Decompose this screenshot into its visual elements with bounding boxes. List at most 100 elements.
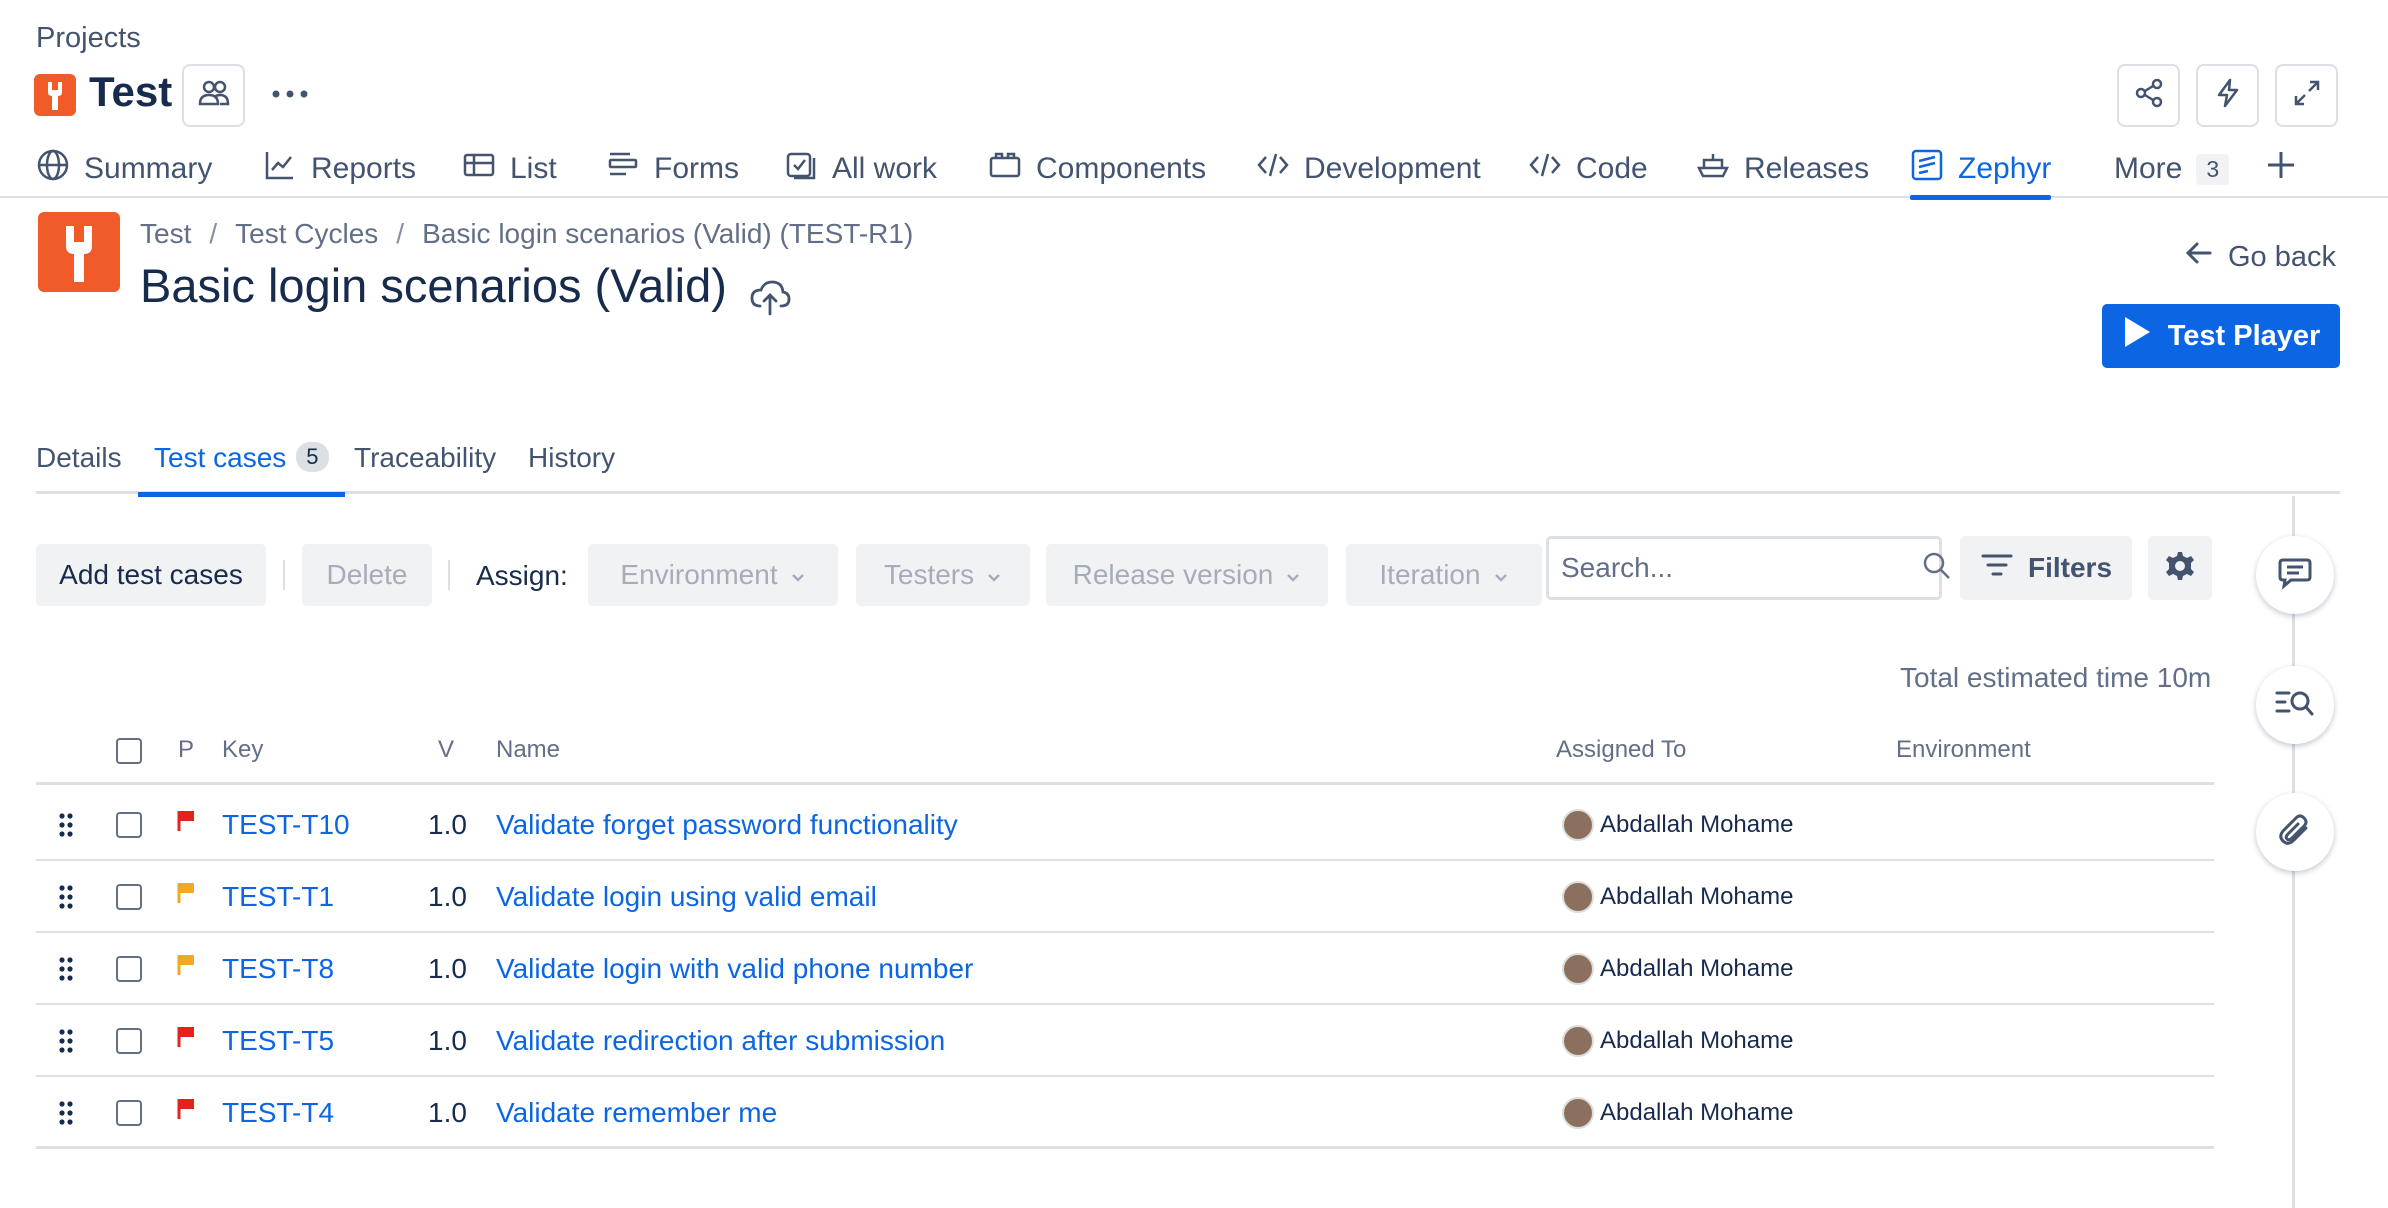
more-actions-button[interactable] (268, 78, 312, 112)
nav-forms[interactable]: Forms (606, 140, 739, 198)
assignee[interactable]: Abdallah Mohame (1562, 1077, 1793, 1149)
column-header-key[interactable]: Key (222, 736, 263, 764)
nav-development[interactable]: Development (1256, 140, 1481, 198)
table-row[interactable]: TEST-T4 1.0 Validate remember me Abdallah M… (36, 1077, 2214, 1149)
nav-reports[interactable]: Reports (263, 140, 416, 198)
add-nav-item-button[interactable] (2264, 140, 2298, 198)
share-button[interactable] (2117, 64, 2180, 127)
nav-summary[interactable]: Summary (36, 140, 212, 198)
test-case-name[interactable]: Validate forget password functionality (496, 789, 958, 861)
nav-development-label: Development (1304, 152, 1481, 185)
test-case-key[interactable]: TEST-T8 (222, 933, 334, 1005)
iteration-dropdown[interactable]: Iteration (1346, 544, 1542, 606)
play-icon (2122, 315, 2152, 357)
upload-cloud-icon[interactable] (748, 276, 792, 320)
nav-list[interactable]: List (462, 140, 557, 198)
tab-traceability[interactable]: Traceability (354, 432, 496, 494)
tab-history-label: History (528, 442, 616, 473)
test-case-name[interactable]: Validate redirection after submission (496, 1005, 945, 1077)
chart-line-icon (263, 148, 297, 190)
filters-label: Filters (2027, 552, 2113, 583)
nav-code[interactable]: Code (1528, 140, 1648, 198)
environment-dropdown[interactable]: Environment (588, 544, 838, 606)
test-case-name[interactable]: Validate login using valid email (496, 861, 877, 933)
avatar (1562, 809, 1594, 841)
breadcrumb-test-cycles[interactable]: Test Cycles (235, 218, 378, 250)
assignee[interactable]: Abdallah Mohame (1562, 789, 1793, 861)
drag-handle-icon[interactable] (58, 861, 74, 933)
delete-button[interactable]: Delete (302, 544, 432, 606)
comment-icon (2277, 556, 2313, 595)
nav-components[interactable]: Components (988, 140, 1206, 198)
tab-history[interactable]: History (528, 432, 615, 494)
breadcrumb-project[interactable]: Test (140, 218, 191, 250)
row-checkbox[interactable] (116, 933, 142, 1005)
test-case-key[interactable]: TEST-T4 (222, 1077, 334, 1149)
assignee[interactable]: Abdallah Mohame (1562, 861, 1793, 933)
row-checkbox[interactable] (116, 1077, 142, 1149)
release-version-dropdown-label: Release version (1072, 559, 1274, 590)
filters-button[interactable]: Filters (1960, 536, 2132, 600)
column-header-name[interactable]: Name (496, 736, 560, 764)
table-row[interactable]: TEST-T8 1.0 Validate login with valid phon… (36, 933, 2214, 1005)
row-checkbox[interactable] (116, 861, 142, 933)
ship-icon (1696, 148, 1730, 190)
automation-button[interactable] (2196, 64, 2259, 127)
table-row[interactable]: TEST-T1 1.0 Validate login using valid ema… (36, 861, 2214, 933)
tab-test-cases[interactable]: Test cases 5 (138, 432, 345, 497)
test-case-key[interactable]: TEST-T10 (222, 789, 350, 861)
assignee[interactable]: Abdallah Mohame (1562, 1005, 1793, 1077)
table-row[interactable]: TEST-T10 1.0 Validate forget password func… (36, 789, 2214, 861)
test-case-name[interactable]: Validate remember me (496, 1077, 777, 1149)
nav-zephyr-label: Zephyr (1958, 152, 2052, 185)
iteration-dropdown-label: Iteration (1379, 559, 1481, 590)
page-title[interactable]: Basic login scenarios (Valid) (140, 258, 727, 313)
tab-details[interactable]: Details (36, 432, 122, 494)
assignee-name: Abdallah Mohame (1600, 883, 1794, 910)
comments-button[interactable] (2256, 536, 2334, 614)
assignee[interactable]: Abdallah Mohame (1562, 933, 1793, 1005)
table-header: P Key V Name Assigned To Environment (36, 730, 2214, 785)
test-case-key[interactable]: TEST-T1 (222, 861, 334, 933)
nav-more-label: More (2114, 152, 2183, 185)
row-checkbox[interactable] (116, 1005, 142, 1077)
drag-handle-icon[interactable] (58, 1077, 74, 1149)
team-button[interactable] (182, 64, 245, 127)
column-header-version[interactable]: V (438, 736, 454, 764)
attachments-button[interactable] (2256, 793, 2334, 871)
people-icon (197, 76, 231, 115)
search-icon[interactable] (1922, 551, 1952, 586)
test-case-name[interactable]: Validate login with valid phone number (496, 933, 973, 1005)
column-header-environment[interactable]: Environment (1896, 736, 2031, 764)
projects-breadcrumb[interactable]: Projects (36, 22, 141, 55)
drag-handle-icon[interactable] (58, 789, 74, 861)
select-all-checkbox[interactable] (116, 738, 142, 764)
table-row[interactable]: TEST-T5 1.0 Validate redirection after sub… (36, 1005, 2214, 1077)
settings-button[interactable] (2148, 536, 2212, 600)
search-input[interactable] (1561, 552, 1922, 584)
add-test-cases-button[interactable]: Add test cases (36, 544, 266, 606)
priority-flag-icon (176, 1005, 196, 1077)
test-player-button[interactable]: Test Player (2102, 304, 2340, 368)
column-header-priority[interactable]: P (178, 736, 194, 764)
nav-more[interactable]: More 3 (2114, 140, 2230, 198)
project-title[interactable]: Test (89, 68, 172, 116)
release-version-dropdown[interactable]: Release version (1046, 544, 1328, 606)
fullscreen-button[interactable] (2275, 64, 2338, 127)
row-checkbox[interactable] (116, 789, 142, 861)
search-details-button[interactable] (2256, 666, 2334, 744)
test-case-key[interactable]: TEST-T5 (222, 1005, 334, 1077)
drag-handle-icon[interactable] (58, 933, 74, 1005)
column-header-assigned-to[interactable]: Assigned To (1556, 736, 1686, 764)
drag-handle-icon[interactable] (58, 1005, 74, 1077)
go-back-link[interactable]: Go back (2184, 238, 2336, 276)
nav-zephyr[interactable]: Zephyr (1910, 140, 2052, 200)
test-player-label: Test Player (2167, 319, 2321, 352)
list-table-icon (462, 148, 496, 190)
nav-all-work[interactable]: All work (784, 140, 937, 198)
breadcrumb-current-cycle[interactable]: Basic login scenarios (Valid) (TEST-R1) (422, 218, 913, 250)
code-icon (1528, 148, 1562, 190)
testers-dropdown[interactable]: Testers (856, 544, 1030, 606)
checkbox-stack-icon (784, 148, 818, 190)
nav-releases[interactable]: Releases (1696, 140, 1869, 198)
